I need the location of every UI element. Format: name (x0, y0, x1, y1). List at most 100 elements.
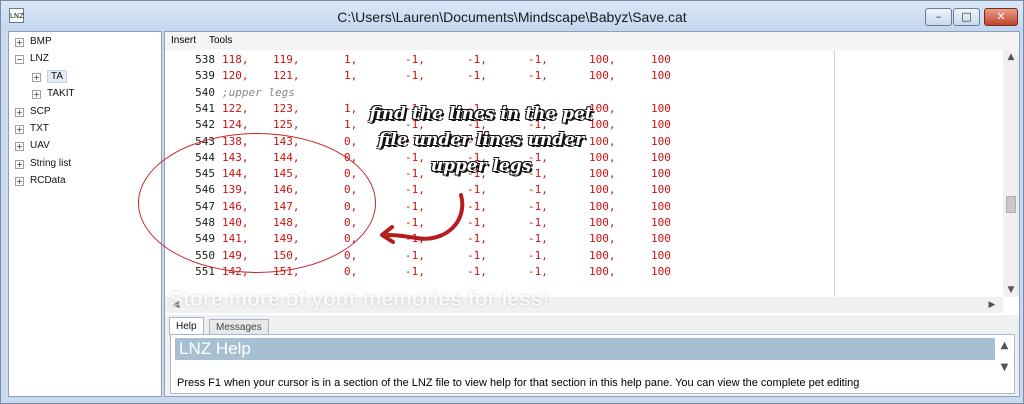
tree-item[interactable]: + TA (32, 69, 68, 83)
tree-item[interactable]: + String list (15, 158, 71, 169)
scroll-right-icon[interactable]: ▶ (985, 297, 999, 313)
tab-help[interactable]: Help (169, 317, 204, 335)
code-value: 100 (651, 53, 671, 66)
tree-item[interactable]: + BMP (15, 36, 52, 47)
collapse-icon[interactable]: − (15, 55, 24, 65)
help-pane: Help Messages LNZ Help Press F1 when you… (165, 315, 1019, 396)
tree-item[interactable]: + SCP (15, 106, 51, 117)
code-value: 100 (651, 199, 671, 213)
help-title: LNZ Help (175, 338, 995, 360)
tree-item-label: TAKIT (47, 88, 75, 100)
tree-item-label: LNZ (30, 53, 49, 65)
code-value: -1, (528, 69, 548, 83)
vertical-scrollbar[interactable]: ▲ ▼ (1003, 50, 1019, 297)
code-value: 0, (344, 264, 358, 278)
help-scroll-up-icon[interactable]: ▲ (997, 338, 1012, 353)
code-value: -1, (405, 264, 425, 278)
code-value: 121, (273, 69, 300, 83)
code-value: 100 (651, 101, 671, 115)
code-value: 118, (222, 53, 249, 66)
code-value: 100 (651, 232, 671, 246)
edge-guide-line (834, 50, 835, 297)
code-value: 100, (589, 216, 616, 229)
maximize-button[interactable]: □ (953, 8, 980, 26)
line-number: 539 (195, 69, 215, 83)
expand-icon[interactable]: + (32, 90, 41, 100)
menu-tools[interactable]: Tools (209, 35, 232, 46)
code-value: 119, (273, 53, 300, 66)
tree-item-label: String list (30, 157, 72, 169)
tree-item-label: TA (47, 69, 68, 83)
code-value: 1, (344, 53, 358, 66)
tree-item[interactable]: − LNZ (15, 53, 49, 65)
code-value: -1, (405, 69, 425, 83)
code-value: 100 (651, 134, 671, 148)
code-value: -1, (528, 264, 548, 278)
code-value: 100, (589, 248, 616, 262)
code-value: 0, (344, 248, 358, 262)
code-value: -1, (528, 53, 548, 66)
tree-item-label: UAV (30, 140, 50, 152)
code-value: 100 (651, 150, 671, 164)
tree-item-label: TXT (30, 123, 49, 134)
close-icon: ✕ (996, 10, 1006, 23)
scroll-up-icon[interactable]: ▲ (1003, 50, 1019, 64)
code-value: -1, (528, 183, 548, 197)
tree-item[interactable]: + UAV (15, 140, 50, 152)
code-value: 100 (651, 264, 671, 278)
expand-icon[interactable]: + (15, 38, 24, 47)
title-bar[interactable]: LNZ C:\Users\Lauren\Documents\Mindscape\… (1, 1, 1023, 31)
minimize-icon: – (935, 10, 942, 23)
help-scroll-down-icon[interactable]: ▼ (997, 360, 1012, 375)
code-value: 100 (651, 69, 671, 83)
expand-icon[interactable]: + (32, 72, 41, 82)
code-value: -1, (467, 53, 487, 66)
photobucket-watermark: Store more of your memories for less! (169, 288, 550, 311)
help-text: Press F1 when your cursor is in a sectio… (177, 377, 860, 389)
menu-bar: Insert Tools (165, 32, 1019, 50)
code-comment: ;upper legs (222, 85, 295, 99)
code-value: 100, (589, 232, 616, 246)
scroll-down-icon[interactable]: ▼ (1003, 283, 1019, 297)
menu-insert[interactable]: Insert (171, 35, 196, 46)
annotation-arrow-icon (380, 193, 465, 244)
tree-item[interactable]: + TAKIT (32, 88, 75, 100)
code-value: -1, (528, 199, 548, 213)
code-value: 100, (589, 53, 616, 66)
tree-item-label: BMP (30, 36, 52, 47)
tab-messages[interactable]: Messages (209, 319, 269, 335)
expand-icon[interactable]: + (15, 107, 24, 117)
code-value: 1, (344, 69, 358, 83)
minimize-button[interactable]: – (925, 8, 952, 26)
code-value: 125, (273, 118, 300, 132)
code-value: 100 (651, 216, 671, 229)
code-value: 100 (651, 248, 671, 262)
annotation-circle (138, 133, 376, 273)
code-value: -1, (467, 69, 487, 83)
annotation-text: find the lines in the pet file under lin… (369, 104, 593, 176)
code-value: 100 (651, 167, 671, 181)
app-window: LNZ C:\Users\Lauren\Documents\Mindscape\… (0, 0, 1024, 404)
code-value: 100 (651, 183, 671, 197)
tree-item-label: RCData (30, 175, 66, 187)
vertical-scroll-thumb[interactable] (1006, 196, 1016, 213)
expand-icon[interactable]: + (15, 142, 24, 152)
tree-item[interactable]: + TXT (15, 123, 49, 134)
window-title: C:\Users\Lauren\Documents\Mindscape\Baby… (337, 9, 687, 25)
code-value: 122, (222, 101, 249, 115)
expand-icon[interactable]: + (15, 177, 24, 187)
code-value: -1, (467, 264, 487, 278)
line-number: 542 (195, 118, 215, 132)
line-number: 538 (195, 53, 215, 66)
code-value: -1, (528, 248, 548, 262)
tree-item[interactable]: + RCData (15, 175, 66, 187)
close-button[interactable]: ✕ (984, 8, 1018, 26)
help-content: LNZ Help Press F1 when your cursor is in… (170, 334, 1015, 394)
code-value: -1, (528, 216, 548, 229)
code-value: 124, (222, 118, 249, 132)
line-number: 540 (195, 85, 215, 99)
code-value: 100 (651, 118, 671, 132)
code-value: -1, (405, 53, 425, 66)
expand-icon[interactable]: + (15, 159, 24, 169)
expand-icon[interactable]: + (15, 125, 24, 134)
